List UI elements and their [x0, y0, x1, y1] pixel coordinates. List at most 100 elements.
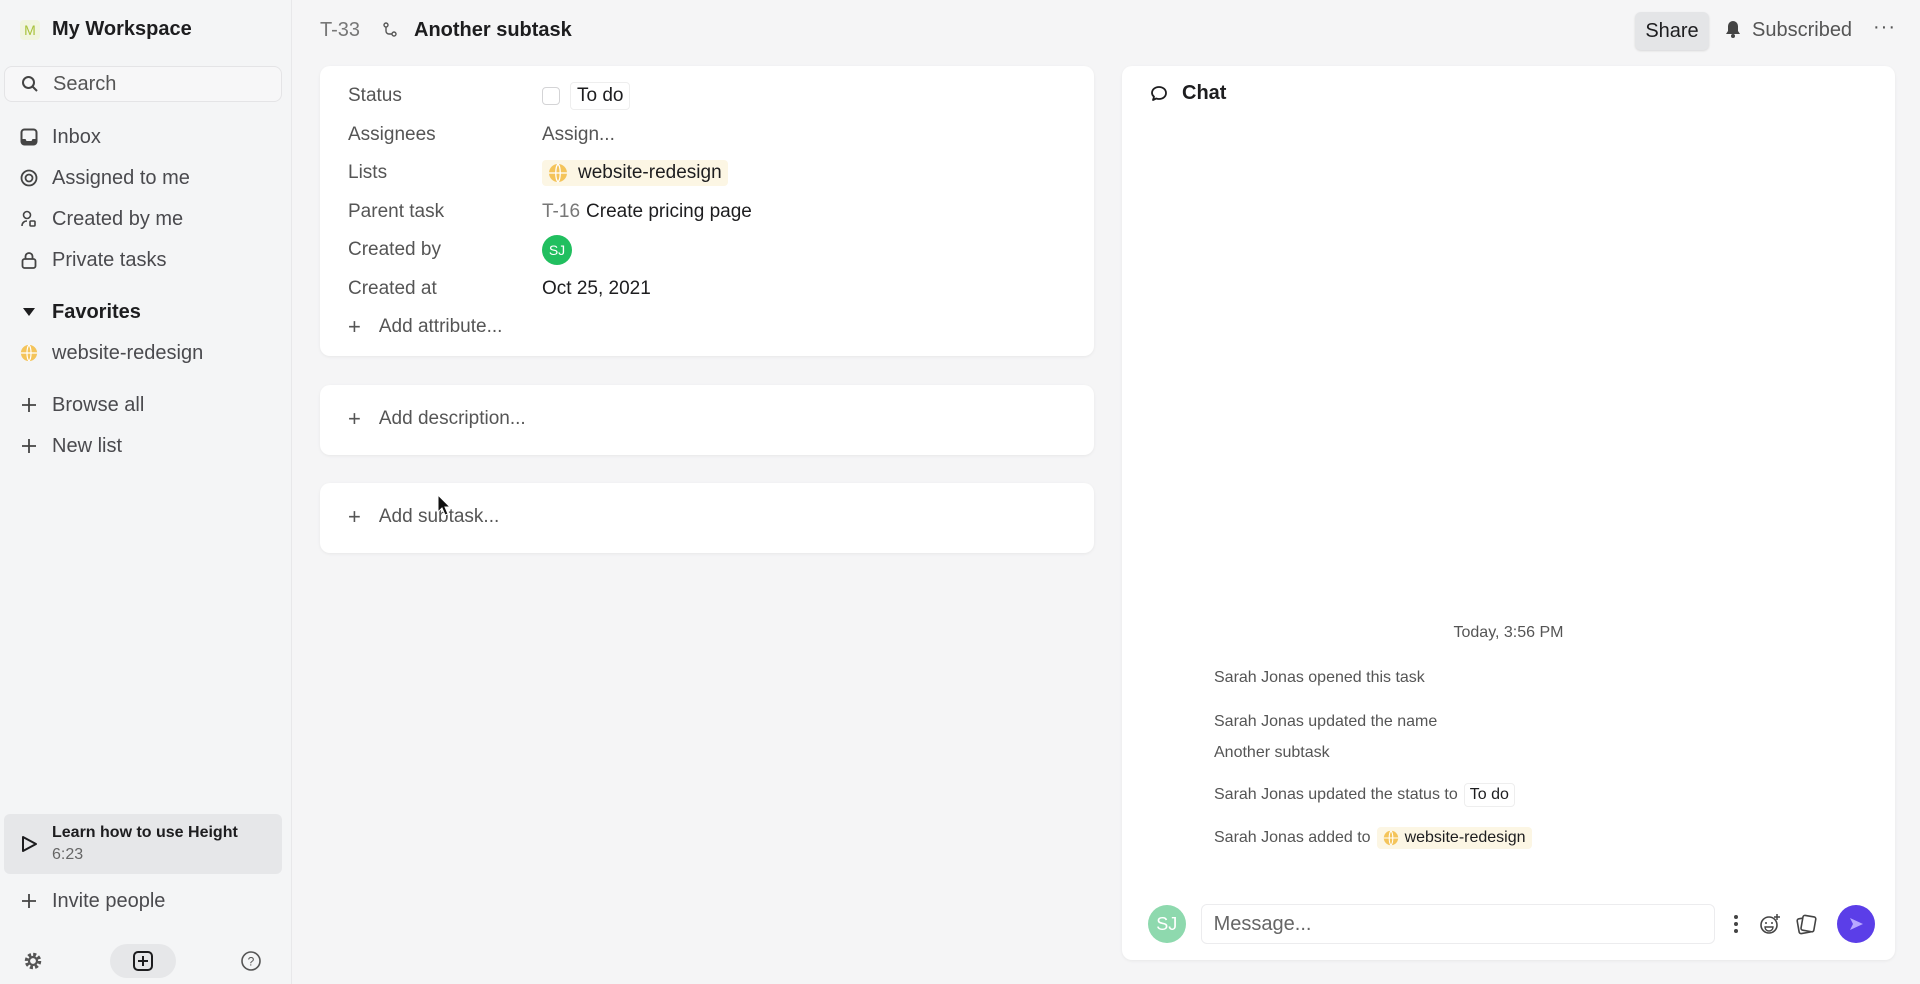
subscribed-toggle[interactable]: Subscribed — [1752, 19, 1852, 42]
plus-icon — [20, 892, 38, 910]
new-list-label: New list — [52, 434, 123, 457]
status-value[interactable]: To do — [542, 82, 631, 110]
learn-duration: 6:23 — [52, 846, 84, 863]
emoji-button[interactable] — [1759, 913, 1781, 935]
attribute-row-created-by: Created by SJ — [348, 235, 572, 265]
attach-gif-button[interactable] — [1795, 913, 1817, 935]
vertical-dots-icon — [1734, 915, 1739, 933]
help-icon: ? — [241, 951, 261, 971]
new-list-button[interactable]: New list — [20, 431, 122, 461]
emoji-add-icon — [1760, 914, 1781, 934]
gear-icon — [24, 952, 42, 970]
chat-panel: Chat Today, 3:56 PM Sarah Jonas opened t… — [1122, 66, 1895, 960]
help-button[interactable]: ? — [238, 944, 264, 978]
sidebar-item-label: Assigned to me — [52, 166, 190, 189]
globe-icon — [549, 163, 567, 183]
attribute-row-lists: Lists website-redesign — [348, 158, 728, 188]
attribute-label: Created at — [348, 278, 437, 299]
share-button[interactable]: Share — [1635, 12, 1709, 50]
caret-down-icon — [20, 303, 38, 321]
sidebar-item-private[interactable]: Private tasks — [20, 245, 166, 275]
settings-button[interactable] — [20, 944, 46, 978]
search-input[interactable]: Search — [4, 66, 282, 102]
add-description-label: Add description... — [378, 408, 526, 429]
list-name: website-redesign — [1404, 829, 1526, 846]
globe-icon — [20, 344, 38, 362]
list-name: website-redesign — [578, 162, 722, 183]
activity-item: Sarah Jonas added to website-redesign — [1214, 827, 1532, 849]
more-options-button[interactable]: ··· — [1873, 16, 1896, 39]
chat-timestamp: Today, 3:56 PM — [1453, 624, 1564, 641]
sidebar-item-created[interactable]: Created by me — [20, 204, 183, 234]
search-placeholder: Search — [53, 72, 117, 95]
activity-detail-text: Another subtask — [1214, 744, 1330, 761]
parent-task-link[interactable]: T-16 Create pricing page — [542, 201, 752, 223]
bell-icon[interactable] — [1725, 20, 1741, 38]
parent-task-id: T-16 — [542, 201, 581, 222]
attribute-label: Created by — [348, 239, 441, 260]
add-description-button[interactable]: + Add description... — [348, 406, 526, 432]
activity-text: Sarah Jonas added to — [1214, 829, 1371, 846]
workspace-name: My Workspace — [52, 18, 192, 40]
send-icon — [1850, 918, 1864, 930]
inbox-icon — [20, 128, 38, 146]
activity-text: Sarah Jonas opened this task — [1214, 669, 1425, 686]
assign-button[interactable]: Assign... — [542, 124, 615, 146]
favorites-label: Favorites — [52, 300, 141, 323]
attribute-label: Lists — [348, 162, 388, 183]
list-chip[interactable]: website-redesign — [542, 160, 728, 186]
task-id: T-33 — [320, 19, 361, 41]
lock-icon — [20, 251, 38, 269]
attribute-row-status: Status To do — [348, 81, 631, 111]
sidebar-item-website-redesign[interactable]: website-redesign — [20, 338, 203, 368]
browse-all-label: Browse all — [52, 393, 145, 416]
attribute-row-created-at: Created at Oct 25, 2021 — [348, 274, 651, 304]
sidebar-item-inbox[interactable]: Inbox — [20, 122, 101, 152]
attribute-row-assignees: Assignees Assign... — [348, 120, 615, 150]
svg-text:?: ? — [248, 955, 255, 969]
status-checkbox[interactable] — [542, 87, 560, 105]
status-chip[interactable]: To do — [570, 82, 631, 110]
search-icon — [22, 76, 38, 92]
invite-people-label: Invite people — [52, 889, 166, 912]
description-card: + Add description... — [320, 385, 1094, 455]
plus-icon — [20, 437, 38, 455]
task-header: T-33 Another subtask Share Subscribed ··… — [293, 0, 1920, 60]
send-button[interactable] — [1837, 905, 1875, 943]
learn-height-video[interactable]: Learn how to use Height 6:23 — [4, 814, 282, 874]
plus-icon: + — [348, 406, 361, 431]
activity-item: Sarah Jonas opened this task — [1214, 669, 1425, 687]
task-attributes-card: Status To do Assignees Assign... Lists w… — [320, 66, 1094, 356]
plus-icon: + — [348, 314, 361, 339]
favorites-header[interactable]: Favorites — [20, 297, 141, 327]
sidebar-item-assigned[interactable]: Assigned to me — [20, 163, 190, 193]
more-actions-button[interactable] — [1733, 914, 1739, 934]
chat-title: Chat — [1182, 82, 1227, 104]
plus-square-icon — [133, 951, 153, 971]
play-icon — [22, 836, 37, 852]
activity-detail: Another subtask — [1214, 744, 1330, 762]
attribute-label: Status — [348, 85, 402, 106]
invite-people-button[interactable]: Invite people — [20, 886, 165, 916]
plus-icon: + — [348, 504, 361, 529]
new-task-button[interactable] — [110, 944, 176, 978]
activity-item: Sarah Jonas updated the name — [1214, 713, 1437, 731]
activity-text: Sarah Jonas updated the status to — [1214, 786, 1458, 803]
activity-item: Sarah Jonas updated the status to To do — [1214, 783, 1515, 807]
sidebar-item-label: Private tasks — [52, 248, 167, 271]
sidebar-item-label: Created by me — [52, 207, 184, 230]
add-subtask-button[interactable]: + Add subtask... — [348, 504, 499, 530]
browse-all-button[interactable]: Browse all — [20, 390, 144, 420]
learn-title: Learn how to use Height — [52, 824, 238, 841]
message-input[interactable] — [1200, 904, 1716, 944]
add-attribute-label: Add attribute... — [378, 316, 503, 337]
avatar[interactable]: SJ — [542, 235, 572, 265]
chat-header: Chat — [1150, 82, 1226, 105]
task-title[interactable]: Another subtask — [414, 19, 572, 42]
avatar: SJ — [1148, 905, 1186, 943]
list-chip[interactable]: website-redesign — [1376, 827, 1532, 849]
add-attribute-button[interactable]: + Add attribute... — [348, 314, 502, 340]
workspace-switcher[interactable]: M My Workspace — [20, 18, 192, 41]
mouse-cursor-icon — [437, 494, 451, 516]
sidebar-item-label: website-redesign — [52, 341, 204, 364]
